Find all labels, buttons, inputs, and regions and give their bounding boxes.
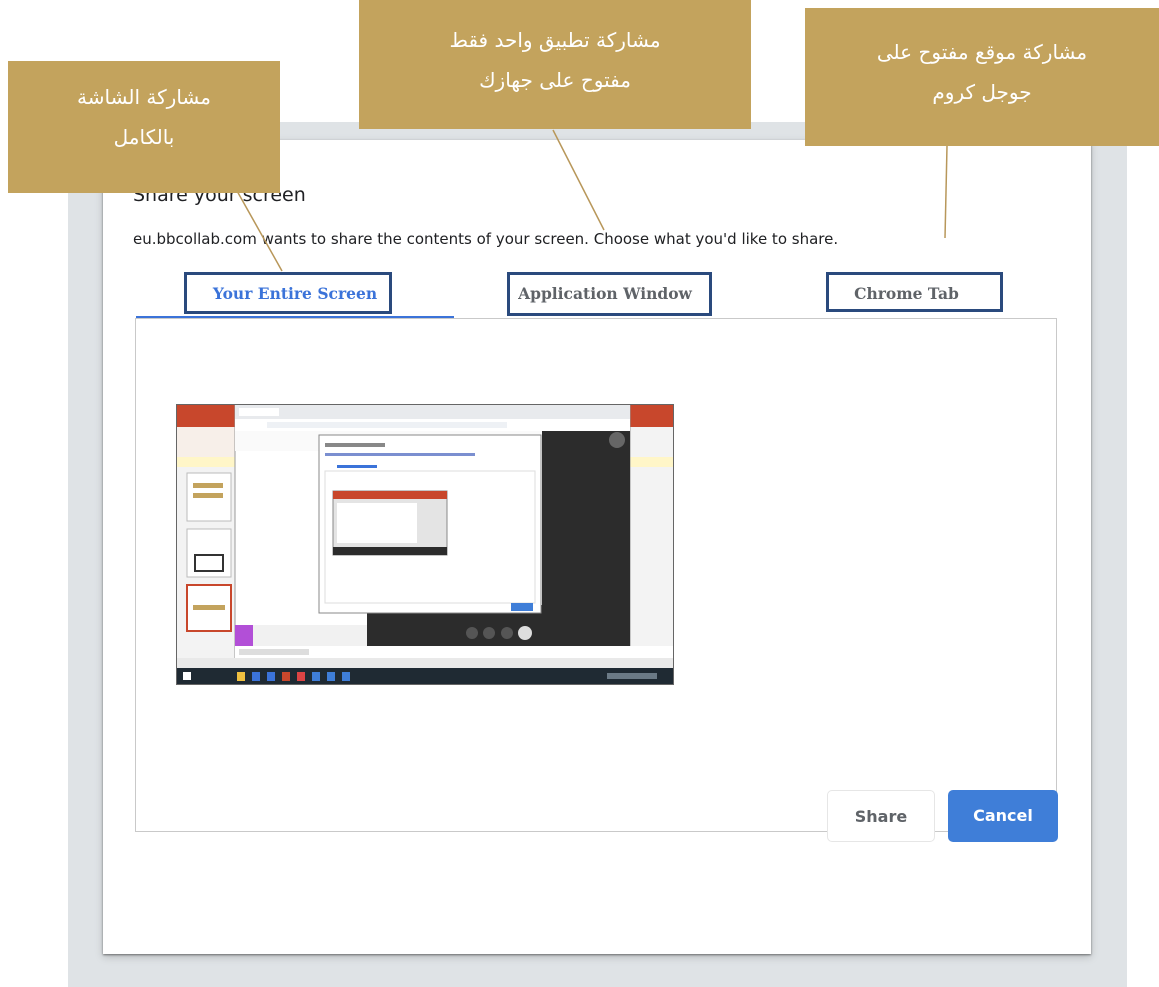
callout-chrome-tab-line1: مشاركة موقع مفتوح على: [876, 40, 1088, 64]
dialog-description: eu.bbcollab.com wants to share the conte…: [133, 230, 839, 248]
callout-application-window: مشاركة تطبيق واحد فقط مفتوح على جهازك: [359, 0, 751, 129]
preview-panel: [135, 318, 1057, 832]
cancel-button[interactable]: Cancel: [948, 790, 1058, 842]
callout-entire-screen-line2: بالكامل: [113, 125, 175, 149]
callout-entire-screen-line1: مشاركة الشاشة: [77, 85, 211, 109]
callout-entire-screen: مشاركة الشاشة بالكامل: [8, 61, 280, 193]
source-tabs: Your Entire Screen Application Window Ch…: [136, 270, 1057, 320]
highlight-box-entire-screen: [184, 272, 392, 314]
highlight-box-application-window: [507, 272, 712, 316]
callout-application-window-line2: مفتوح على جهازك: [479, 68, 631, 92]
callout-application-window-line1: مشاركة تطبيق واحد فقط: [449, 28, 661, 52]
screen-thumbnail[interactable]: [176, 404, 674, 685]
share-button[interactable]: Share: [827, 790, 935, 842]
screen-thumbnail-image: [177, 405, 673, 684]
callout-chrome-tab-line2: جوجل كروم: [932, 80, 1032, 104]
callout-chrome-tab: مشاركة موقع مفتوح على جوجل كروم: [805, 8, 1159, 146]
share-screen-dialog: Share your screen eu.bbcollab.com wants …: [103, 140, 1091, 954]
highlight-box-chrome-tab: [826, 272, 1003, 312]
